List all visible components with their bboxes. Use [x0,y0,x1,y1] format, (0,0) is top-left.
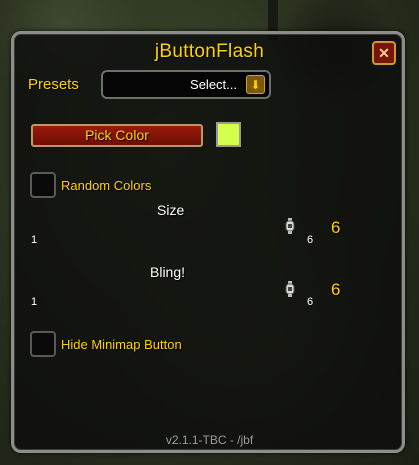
presets-label: Presets [28,76,79,93]
bling-slider-max: 6 [307,296,314,308]
size-slider-value: 6 [331,218,341,237]
window-title: jButtonFlash [154,41,265,62]
close-icon: ✕ [378,45,390,61]
version-footer: v2.1.1-TBC - /jbf [165,433,254,447]
bling-slider-min: 1 [31,296,38,308]
hide-minimap-label: Hide Minimap Button [61,337,182,352]
bling-slider-title: Bling! [150,264,186,280]
size-slider-max: 6 [307,234,314,246]
presets-dropdown-button[interactable]: ⬇ [246,75,265,94]
presets-selected-value: Select... [190,77,237,92]
bling-slider-value: 6 [331,280,341,299]
hide-minimap-checkbox[interactable] [30,331,56,357]
close-button[interactable]: ✕ [372,41,396,65]
bling-slider-thumb[interactable] [285,281,295,297]
size-slider-min: 1 [31,234,38,246]
size-slider-title: Size [157,202,185,218]
random-colors-label: Random Colors [61,178,152,193]
presets-dropdown[interactable]: Select... ⬇ [101,70,271,99]
chevron-down-icon: ⬇ [250,77,261,92]
size-slider-thumb[interactable] [285,218,295,234]
pick-color-button[interactable]: Pick Color [31,124,203,147]
color-swatch[interactable] [216,122,241,147]
random-colors-checkbox[interactable] [30,172,56,198]
